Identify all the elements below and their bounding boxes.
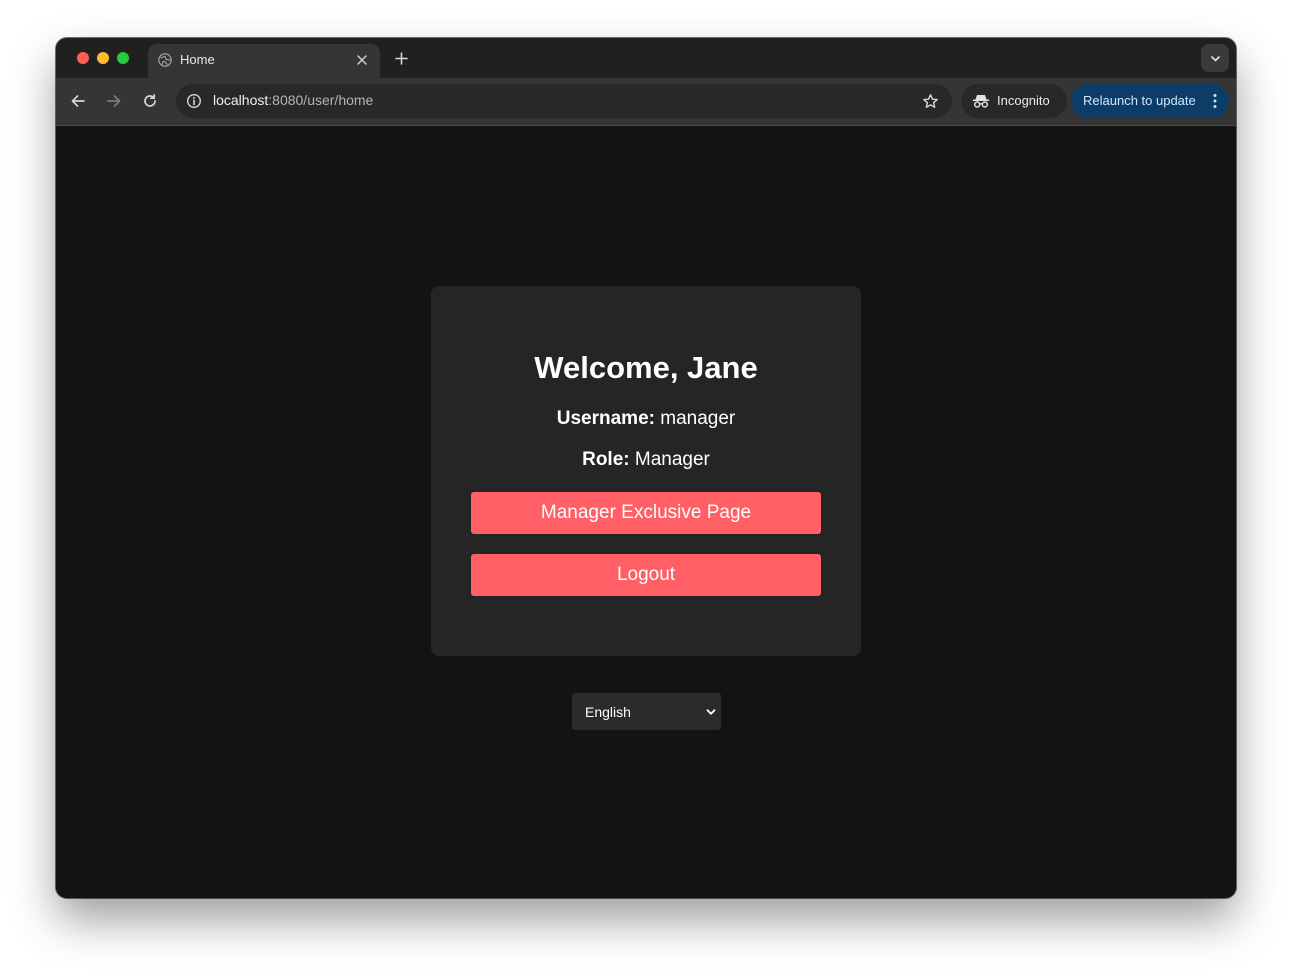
tab-close-button[interactable] xyxy=(352,50,372,70)
welcome-card: Welcome, Jane Username: manager Role: Ma… xyxy=(431,286,861,656)
plus-icon xyxy=(394,51,408,65)
role-value: Manager xyxy=(634,449,710,470)
role-line: Role: Manager xyxy=(431,449,861,471)
info-icon xyxy=(186,93,202,109)
reload-icon xyxy=(144,93,156,107)
page-content: Welcome, Jane Username: manager Role: Ma… xyxy=(56,126,1236,898)
forward-button[interactable] xyxy=(102,89,126,113)
arrow-left-icon xyxy=(71,95,85,107)
incognito-label: Incognito xyxy=(997,93,1050,108)
username-value: manager xyxy=(660,408,736,429)
relaunch-label: Relaunch to update xyxy=(1083,93,1196,108)
more-vertical-icon xyxy=(1213,94,1217,108)
arrow-right-icon xyxy=(107,95,121,107)
incognito-icon xyxy=(972,95,990,108)
logout-button[interactable]: Logout xyxy=(471,554,821,596)
bookmark-button[interactable] xyxy=(920,91,940,111)
star-icon xyxy=(922,93,938,108)
address-bar[interactable]: localhost:8080/user/home xyxy=(176,84,952,118)
maximize-window-button[interactable] xyxy=(117,52,129,64)
relaunch-to-update-button[interactable]: Relaunch to update xyxy=(1071,84,1229,118)
tab-strip: Home xyxy=(56,38,1236,78)
username-line: Username: manager xyxy=(431,408,861,430)
back-button[interactable] xyxy=(66,89,90,113)
language-select[interactable]: English xyxy=(572,693,721,730)
reload-button[interactable] xyxy=(138,89,162,113)
welcome-heading: Welcome, Jane xyxy=(534,350,758,385)
chevron-down-icon xyxy=(706,709,716,715)
browser-window: Home localhost:8080/user/home Incognito … xyxy=(56,38,1236,898)
tab-title: Home xyxy=(180,52,215,67)
browser-toolbar: localhost:8080/user/home Incognito Relau… xyxy=(56,78,1236,126)
url-host: localhost xyxy=(213,92,269,108)
site-info-button[interactable] xyxy=(184,91,204,111)
role-label: Role: xyxy=(582,449,630,470)
tab-search-button[interactable] xyxy=(1201,44,1229,72)
close-window-button[interactable] xyxy=(77,52,89,64)
url-path: :8080/user/home xyxy=(268,92,374,108)
minimize-window-button[interactable] xyxy=(97,52,109,64)
browser-menu-button[interactable] xyxy=(1210,92,1220,110)
chevron-down-icon xyxy=(1210,55,1220,61)
username-label: Username: xyxy=(556,408,655,429)
language-select-value: English xyxy=(585,704,631,720)
url-text: localhost:8080/user/home xyxy=(213,92,373,108)
manager-exclusive-page-button[interactable]: Manager Exclusive Page xyxy=(471,492,821,534)
incognito-indicator[interactable]: Incognito xyxy=(961,84,1067,118)
globe-icon xyxy=(158,53,172,67)
close-icon xyxy=(357,55,367,65)
new-tab-button[interactable] xyxy=(390,47,412,69)
tab-home[interactable]: Home xyxy=(148,44,380,78)
